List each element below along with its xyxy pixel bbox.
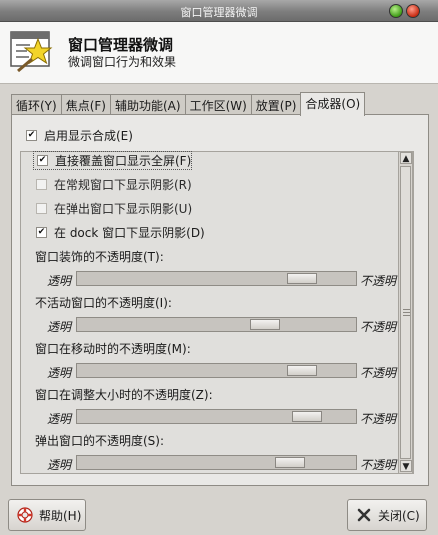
resize-opacity-label: 窗口在调整大小时的不透明度(Z): <box>35 388 213 402</box>
unredirect-fullscreen-checkbox[interactable]: 直接覆盖窗口显示全屏(F) <box>33 151 193 170</box>
option-label: 直接覆盖窗口显示全屏(F) <box>55 154 192 168</box>
shadow-regular-windows-checkbox[interactable]: 在常规窗口下显示阴影(R) <box>36 176 192 193</box>
popup-opacity-label: 弹出窗口的不透明度(S): <box>35 434 165 448</box>
window-star-icon <box>10 31 53 73</box>
help-button-label: 帮助(H) <box>39 508 82 523</box>
slider-max-label: 不透明 <box>360 320 397 334</box>
slider-min-label: 透明 <box>47 366 72 380</box>
scrollbar-thumb[interactable] <box>400 166 411 459</box>
tab-workspaces[interactable]: 工作区(W) <box>184 94 252 115</box>
grip-line <box>403 315 410 316</box>
resize-opacity-slider: 透明 不透明 <box>35 408 401 426</box>
shadow-popup-windows-checkbox[interactable]: 在弹出窗口下显示阴影(U) <box>36 200 192 217</box>
slider-trough[interactable] <box>76 363 357 378</box>
lifebuoy-icon <box>17 507 33 523</box>
grip-line <box>403 312 410 313</box>
popup-opacity-slider: 透明 不透明 <box>35 454 401 472</box>
enable-compositing-checkbox[interactable]: 启用显示合成(E) <box>26 127 133 144</box>
checkbox-indicator[interactable] <box>26 130 37 141</box>
minimize-button[interactable] <box>389 4 403 18</box>
close-icon <box>357 508 371 522</box>
slider-trough[interactable] <box>76 317 357 332</box>
slider-min-label: 透明 <box>47 458 72 472</box>
tab-placement[interactable]: 放置(P) <box>250 94 302 115</box>
inactive-opacity-slider: 透明 不透明 <box>35 316 401 334</box>
vertical-scrollbar[interactable]: ▲ ▼ <box>398 151 413 474</box>
checkbox-indicator[interactable] <box>37 155 48 166</box>
slider-max-label: 不透明 <box>360 366 397 380</box>
scroll-down-icon[interactable]: ▼ <box>400 460 412 472</box>
enable-compositing-label: 启用显示合成(E) <box>44 129 133 143</box>
tab-compositor[interactable]: 合成器(O) <box>300 92 366 116</box>
tab-focus[interactable]: 焦点(F) <box>60 94 111 115</box>
tab-accessibility[interactable]: 辅助功能(A) <box>109 94 186 115</box>
slider-max-label: 不透明 <box>360 274 397 288</box>
slider-min-label: 透明 <box>47 274 72 288</box>
slider-knob[interactable] <box>292 411 322 422</box>
move-opacity-label: 窗口在移动时的不透明度(M): <box>35 342 191 356</box>
slider-knob[interactable] <box>275 457 305 468</box>
scroll-up-icon[interactable]: ▲ <box>400 152 412 164</box>
tab-cycling[interactable]: 循环(Y) <box>11 94 62 115</box>
title-bar: 窗口管理器微调 <box>0 0 438 22</box>
option-label: 在弹出窗口下显示阴影(U) <box>54 202 193 216</box>
decoration-opacity-slider: 透明 不透明 <box>35 270 401 288</box>
inactive-opacity-label: 不活动窗口的不透明度(I): <box>35 296 172 310</box>
slider-knob[interactable] <box>287 365 317 376</box>
grip-line <box>403 309 410 310</box>
slider-knob[interactable] <box>250 319 280 330</box>
slider-max-label: 不透明 <box>360 458 397 472</box>
window-title: 窗口管理器微调 <box>180 6 258 19</box>
close-button[interactable]: 关闭(C) <box>347 499 427 531</box>
slider-trough[interactable] <box>76 271 357 286</box>
option-label: 在常规窗口下显示阴影(R) <box>54 178 192 192</box>
checkbox-indicator[interactable] <box>36 203 47 214</box>
move-opacity-slider: 透明 不透明 <box>35 362 401 380</box>
dialog-header: 窗口管理器微调 微调窗口行为和效果 <box>0 22 438 84</box>
slider-trough[interactable] <box>76 455 357 470</box>
slider-trough[interactable] <box>76 409 357 424</box>
close-button-label: 关闭(C) <box>378 508 420 523</box>
shadow-dock-windows-checkbox[interactable]: 在 dock 窗口下显示阴影(D) <box>36 224 205 241</box>
option-label: 在 dock 窗口下显示阴影(D) <box>54 226 205 240</box>
slider-max-label: 不透明 <box>360 412 397 426</box>
header-title: 窗口管理器微调 <box>68 36 174 54</box>
tab-bar: 循环(Y) 焦点(F) 辅助功能(A) 工作区(W) 放置(P) 合成器(O) <box>11 92 366 116</box>
slider-knob[interactable] <box>287 273 317 284</box>
help-button[interactable]: 帮助(H) <box>8 499 86 531</box>
decoration-opacity-label: 窗口装饰的不透明度(T): <box>35 250 164 264</box>
header-subtitle: 微调窗口行为和效果 <box>68 55 177 69</box>
slider-min-label: 透明 <box>47 412 72 426</box>
close-window-button[interactable] <box>406 4 420 18</box>
slider-min-label: 透明 <box>47 320 72 334</box>
checkbox-indicator[interactable] <box>36 227 47 238</box>
checkbox-indicator[interactable] <box>36 179 47 190</box>
